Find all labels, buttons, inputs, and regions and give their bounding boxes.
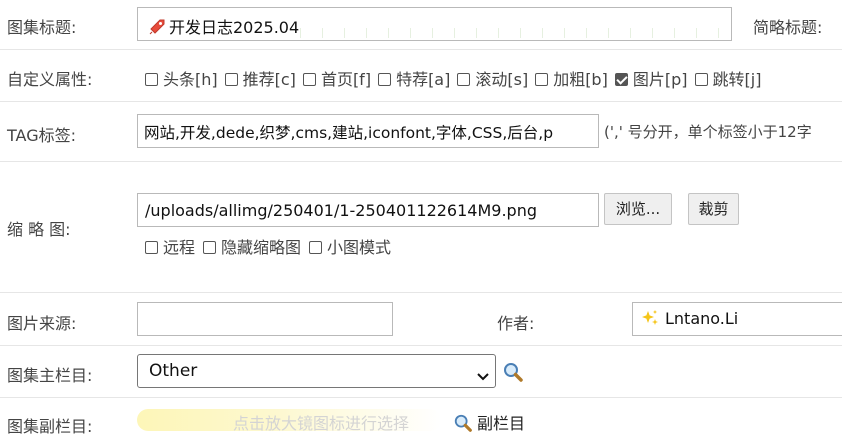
attr-option-j[interactable]: 跳转[j] — [694, 66, 761, 90]
thumb-option-small[interactable]: 小图模式 — [309, 234, 391, 258]
checkbox[interactable] — [694, 73, 708, 86]
author-value: Lntano.Li — [665, 309, 739, 328]
title-label: 图集标题: — [7, 18, 77, 37]
attributes-row: 自定义属性: 头条[h] 推荐[c] 首页[f] 特荐[a] 滚动[s] 加粗[b] 图片[… — [0, 49, 842, 102]
sparkles-icon — [641, 309, 659, 327]
title-value: 开发日志2025.04 — [169, 18, 300, 37]
tag-input[interactable]: 网站,开发,dede,织梦,cms,建站,iconfont,字体,CSS,后台,… — [137, 114, 599, 148]
attributes-label: 自定义属性: — [7, 70, 93, 89]
attr-option-b[interactable]: 加粗[b] — [535, 66, 608, 90]
browse-button[interactable]: 浏览... — [604, 193, 672, 225]
crop-button[interactable]: 裁剪 — [688, 193, 739, 225]
source-input[interactable] — [137, 302, 393, 336]
sub-category-row: 图集副栏目: 点击放大镜图标进行选择 副栏目 — [0, 397, 842, 444]
magnifier-icon — [453, 413, 473, 433]
attr-option-f[interactable]: 首页[f] — [302, 66, 371, 90]
attr-option-a[interactable]: 特荐[a] — [378, 66, 450, 90]
attr-option-c[interactable]: 推荐[c] — [224, 66, 296, 90]
thumbnail-label: 缩 略 图: — [7, 220, 71, 239]
checkbox[interactable] — [302, 73, 316, 86]
rocket-icon — [148, 18, 166, 36]
author-label: 作者: — [497, 314, 535, 333]
checkbox[interactable] — [535, 73, 549, 86]
tag-hint: (',' 号分开，单个标签小于12字 — [604, 123, 812, 141]
sub-category-field[interactable]: 点击放大镜图标进行选择 — [137, 409, 441, 433]
main-category-select[interactable]: Other — [137, 354, 496, 388]
thumbnail-path-input[interactable]: /uploads/allimg/250401/1-250401122614M9.… — [137, 193, 599, 227]
magnifier-icon[interactable] — [502, 361, 524, 383]
checkbox[interactable] — [309, 241, 323, 254]
checkbox[interactable] — [457, 73, 471, 86]
thumb-option-remote[interactable]: 远程 — [145, 234, 195, 258]
tag-row: TAG标签: 网站,开发,dede,织梦,cms,建站,iconfont,字体,… — [0, 101, 842, 162]
thumbnail-row: 缩 略 图: /uploads/allimg/250401/1-25040112… — [0, 161, 842, 293]
checkbox[interactable] — [224, 73, 238, 86]
sub-category-hint: 点击放大镜图标进行选择 — [233, 414, 410, 433]
title-row: 图集标题: 开发日志2025.04 简略标题: — [0, 0, 842, 50]
source-label: 图片来源: — [7, 314, 77, 333]
checkbox[interactable] — [145, 241, 158, 254]
checkbox[interactable] — [203, 241, 217, 254]
sub-category-label: 图集副栏目: — [7, 417, 93, 436]
short-title-label: 简略标题: — [753, 18, 823, 37]
sub-category-link[interactable]: 副栏目 — [453, 410, 525, 434]
attr-option-h[interactable]: 头条[h] — [145, 66, 218, 90]
attr-option-s[interactable]: 滚动[s] — [457, 66, 528, 90]
source-row: 图片来源: 作者: Lntano.Li — [0, 292, 842, 346]
main-category-row: 图集主栏目: Other — [0, 345, 842, 398]
title-input-decoration — [300, 28, 720, 38]
checkbox-checked[interactable] — [614, 73, 628, 86]
thumb-option-hide[interactable]: 隐藏缩略图 — [203, 234, 301, 258]
checkbox[interactable] — [145, 73, 158, 86]
tag-label: TAG标签: — [7, 126, 76, 145]
main-category-label: 图集主栏目: — [7, 366, 93, 385]
chevron-down-icon — [477, 366, 489, 381]
attributes-options: 头条[h] 推荐[c] 首页[f] 特荐[a] 滚动[s] 加粗[b] 图片[p] 跳转[j] — [145, 66, 842, 90]
thumbnail-options: 远程 隐藏缩略图 小图模式 — [145, 234, 391, 258]
checkbox[interactable] — [378, 73, 392, 86]
attr-option-p[interactable]: 图片[p] — [614, 66, 688, 90]
author-input[interactable]: Lntano.Li — [632, 302, 842, 336]
